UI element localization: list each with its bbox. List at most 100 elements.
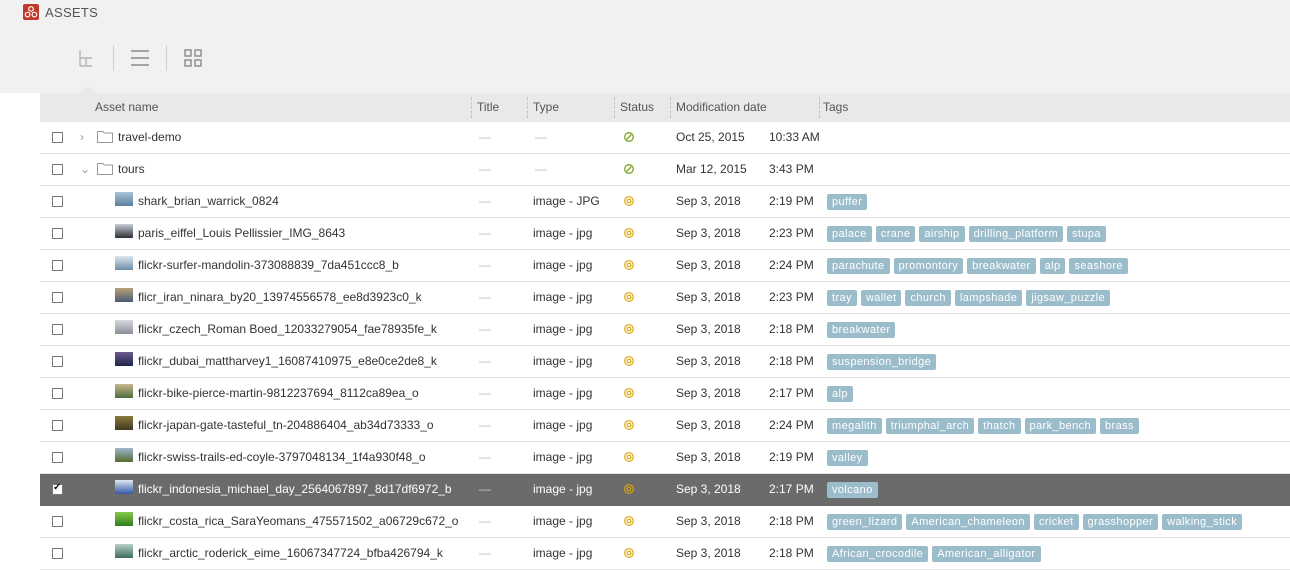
chevron-down-icon[interactable]: ⌄ — [80, 162, 90, 176]
asset-name[interactable]: paris_eiffel_Louis Pellissier_IMG_8643 — [138, 226, 345, 240]
tag-chip[interactable]: seashore — [1069, 258, 1128, 274]
asset-name[interactable]: flickr-japan-gate-tasteful_tn-204886404_… — [138, 418, 434, 432]
tag-chip[interactable]: suspension_bridge — [827, 354, 937, 370]
tag-chip[interactable]: walking_stick — [1162, 514, 1243, 530]
row-checkbox[interactable] — [52, 452, 63, 463]
column-header-type[interactable]: Type — [533, 100, 559, 114]
column-header-title[interactable]: Title — [477, 100, 499, 114]
table-row[interactable]: flickr-bike-pierce-martin-9812237694_811… — [40, 378, 1290, 410]
row-checkbox[interactable] — [52, 548, 63, 559]
asset-name[interactable]: flickr-swiss-trails-ed-coyle-3797048134_… — [138, 450, 426, 464]
table-row[interactable]: flickr_czech_Roman Boed_12033279054_fae7… — [40, 314, 1290, 346]
tag-chip[interactable]: volcano — [827, 482, 878, 498]
table-row[interactable]: flickr-surfer-mandolin-373088839_7da451c… — [40, 250, 1290, 282]
tag-chip[interactable]: triumphal_arch — [885, 418, 975, 434]
row-checkbox[interactable] — [52, 356, 63, 367]
asset-name[interactable]: shark_brian_warrick_0824 — [138, 194, 279, 208]
table-row[interactable]: flickr_indonesia_michael_day_2564067897_… — [40, 474, 1290, 506]
row-checkbox[interactable] — [52, 292, 63, 303]
row-checkbox[interactable] — [52, 132, 63, 143]
asset-name[interactable]: travel-demo — [118, 130, 181, 144]
asset-name[interactable]: flickr_czech_Roman Boed_12033279054_fae7… — [138, 322, 437, 336]
tag-chip[interactable]: breakwater — [967, 258, 1036, 274]
row-checkbox[interactable] — [52, 388, 63, 399]
tag-chip[interactable]: cricket — [1033, 514, 1079, 530]
asset-name[interactable]: flicr_iran_ninara_by20_13974556578_ee8d3… — [138, 290, 422, 304]
chevron-right-icon[interactable]: › — [80, 130, 84, 144]
row-checkbox[interactable] — [52, 324, 63, 335]
asset-name[interactable]: tours — [118, 162, 145, 176]
view-toolbar — [0, 26, 1290, 93]
row-checkbox[interactable] — [52, 420, 63, 431]
column-header-tags[interactable]: Tags — [823, 100, 848, 114]
row-checkbox[interactable] — [52, 482, 63, 495]
list-view-button[interactable] — [123, 41, 157, 75]
tag-chip[interactable]: thatch — [978, 418, 1021, 434]
folder-row[interactable]: › travel-demo — — Oct 25, 2015 10:33 AM — [40, 122, 1290, 154]
row-checkbox[interactable] — [52, 164, 63, 175]
app-title: ASSETS — [45, 5, 99, 20]
table-row[interactable]: flickr_dubai_mattharvey1_16087410975_e8e… — [40, 346, 1290, 378]
tag-chip[interactable]: airship — [919, 226, 965, 242]
tag-chip[interactable]: lampshade — [954, 290, 1023, 306]
tag-chip[interactable]: African_crocodile — [827, 546, 929, 562]
column-resize-handle[interactable] — [819, 97, 820, 118]
tag-chip[interactable]: tray — [827, 290, 857, 306]
asset-name[interactable]: flickr_dubai_mattharvey1_16087410975_e8e… — [138, 354, 437, 368]
tag-chip[interactable]: brass — [1100, 418, 1139, 434]
table-row[interactable]: flickr-japan-gate-tasteful_tn-204886404_… — [40, 410, 1290, 442]
column-view-button[interactable] — [71, 41, 105, 75]
table-row[interactable]: paris_eiffel_Louis Pellissier_IMG_8643 — i… — [40, 218, 1290, 250]
table-row[interactable]: shark_brian_warrick_0824 — image - JPG Sep … — [40, 186, 1290, 218]
asset-type: image - jpg — [533, 354, 593, 368]
tag-chip[interactable]: American_alligator — [932, 546, 1041, 562]
tag-chip[interactable]: green_lizard — [827, 514, 903, 530]
tag-chip[interactable]: park_bench — [1024, 418, 1097, 434]
asset-name[interactable]: flickr-bike-pierce-martin-9812237694_811… — [138, 386, 419, 400]
tag-chip[interactable]: wallet — [860, 290, 902, 306]
tag-list: megalith triumphal_arch thatch park_bench br… — [827, 418, 1143, 434]
tag-chip[interactable]: valley — [827, 450, 868, 466]
row-checkbox[interactable] — [52, 196, 63, 207]
modification-date: Sep 3, 2018 — [676, 386, 741, 400]
column-resize-handle[interactable] — [471, 97, 472, 118]
tag-chip[interactable]: parachute — [827, 258, 890, 274]
folder-row[interactable]: ⌄ tours — — Mar 12, 2015 3:43 PM — [40, 154, 1290, 186]
tag-chip[interactable]: stupa — [1067, 226, 1106, 242]
tag-chip[interactable]: megalith — [827, 418, 882, 434]
table-row[interactable]: flickr-swiss-trails-ed-coyle-3797048134_… — [40, 442, 1290, 474]
table-row[interactable]: flickr_arctic_roderick_eime_16067347724_… — [40, 538, 1290, 570]
tag-chip[interactable]: drilling_platform — [968, 226, 1064, 242]
modification-date: Sep 3, 2018 — [676, 418, 741, 432]
column-header-modification-date[interactable]: Modification date — [676, 100, 767, 114]
tag-chip[interactable]: American_chameleon — [906, 514, 1030, 530]
tag-chip[interactable]: alp — [827, 386, 853, 402]
tag-chip[interactable]: grasshopper — [1082, 514, 1159, 530]
tag-chip[interactable]: jigsaw_puzzle — [1026, 290, 1110, 306]
asset-thumbnail — [115, 480, 133, 494]
column-resize-handle[interactable] — [527, 97, 528, 118]
table-row[interactable]: flickr_costa_rica_SaraYeomans_475571502_… — [40, 506, 1290, 538]
grid-view-button[interactable] — [176, 41, 210, 75]
column-resize-handle[interactable] — [614, 97, 615, 118]
tag-chip[interactable]: promontory — [893, 258, 964, 274]
tag-chip[interactable]: church — [905, 290, 951, 306]
tag-chip[interactable]: crane — [875, 226, 916, 242]
column-header-asset-name[interactable]: Asset name — [95, 100, 158, 114]
row-checkbox[interactable] — [52, 260, 63, 271]
tag-chip[interactable]: breakwater — [827, 322, 896, 338]
asset-name[interactable]: flickr_arctic_roderick_eime_16067347724_… — [138, 546, 443, 560]
asset-name[interactable]: flickr-surfer-mandolin-373088839_7da451c… — [138, 258, 399, 272]
asset-name[interactable]: flickr_costa_rica_SaraYeomans_475571502_… — [138, 514, 458, 528]
row-checkbox[interactable] — [52, 228, 63, 239]
tag-chip[interactable]: puffer — [827, 194, 868, 210]
asset-name[interactable]: flickr_indonesia_michael_day_2564067897_… — [138, 482, 452, 496]
folder-icon — [97, 163, 113, 175]
modification-date: Sep 3, 2018 — [676, 450, 741, 464]
column-header-status[interactable]: Status — [620, 100, 654, 114]
row-checkbox[interactable] — [52, 516, 63, 527]
tag-chip[interactable]: palace — [827, 226, 872, 242]
column-resize-handle[interactable] — [670, 97, 671, 118]
tag-chip[interactable]: alp — [1039, 258, 1066, 274]
table-row[interactable]: flicr_iran_ninara_by20_13974556578_ee8d3… — [40, 282, 1290, 314]
